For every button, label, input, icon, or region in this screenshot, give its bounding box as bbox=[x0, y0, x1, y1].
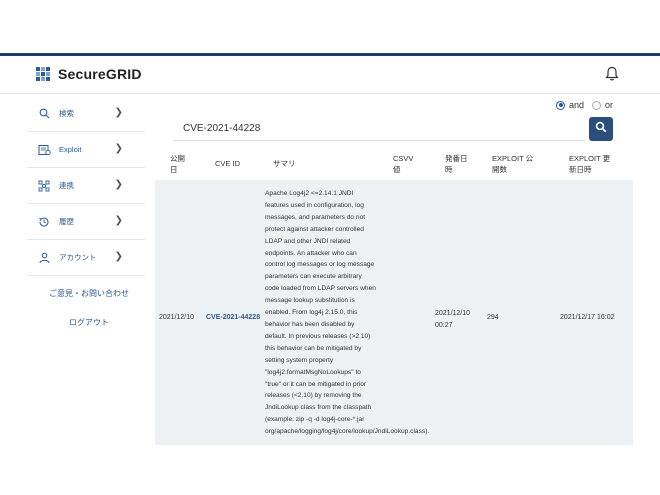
cell-disclosed: 2021/12/10 00:27 bbox=[435, 310, 471, 329]
chevron-right-icon: ❯ bbox=[114, 215, 123, 226]
sidebar-item-history[interactable]: 履歴 ❯ bbox=[27, 204, 145, 240]
cell-exploit-updated: 2021/12/17 16:02 bbox=[560, 314, 615, 321]
cell-exploit-count: 294 bbox=[487, 314, 499, 321]
exploit-icon bbox=[37, 143, 51, 157]
cell-summary: Apache Log4j2 <=2.14.1 JNDI features use… bbox=[265, 190, 430, 436]
header-disclosed[interactable]: 発番日 時 bbox=[445, 153, 475, 175]
header-cve-id[interactable]: CVE ID bbox=[215, 158, 240, 169]
cve-id-link[interactable]: CVE-2021-44228 bbox=[206, 314, 260, 321]
radio-and[interactable] bbox=[556, 100, 565, 110]
sidebar-item-label: 履歴 bbox=[59, 217, 74, 226]
radio-or-label: or bbox=[605, 100, 614, 110]
sidebar-item-label: Exploit bbox=[59, 145, 82, 154]
bell-icon[interactable] bbox=[605, 66, 621, 84]
sidebar-item-integration[interactable]: 連携 ❯ bbox=[27, 168, 145, 204]
radio-or[interactable] bbox=[592, 100, 602, 110]
integration-icon bbox=[37, 179, 51, 193]
chevron-right-icon: ❯ bbox=[114, 251, 123, 262]
sidebar-item-label: アカウント bbox=[59, 253, 97, 262]
search-button[interactable] bbox=[589, 117, 613, 141]
chevron-right-icon: ❯ bbox=[114, 179, 123, 190]
chevron-right-icon: ❯ bbox=[114, 107, 123, 118]
search-mode-radios: and or bbox=[556, 100, 621, 110]
search-icon bbox=[37, 107, 51, 121]
user-icon bbox=[37, 251, 51, 265]
sidebar-item-label: 検索 bbox=[59, 109, 74, 118]
radio-and-label: and bbox=[569, 100, 585, 110]
sidebar-item-search[interactable]: 検索 ❯ bbox=[27, 96, 145, 132]
header-exploit-count[interactable]: EXPLOIT 公 開数 bbox=[492, 153, 552, 175]
search-input[interactable] bbox=[173, 117, 585, 139]
app-name: SecureGRID bbox=[58, 66, 142, 82]
header-published[interactable]: 公開 日 bbox=[170, 153, 192, 175]
chevron-right-icon: ❯ bbox=[114, 143, 123, 154]
sidebar: 検索 ❯ Exploit ❯ 連携 ❯ 履歴 ❯ アカウント ❯ ご意見・お問い… bbox=[27, 96, 145, 328]
search-icon bbox=[595, 120, 607, 138]
search-box bbox=[173, 117, 585, 141]
sidebar-item-label: 連携 bbox=[59, 181, 74, 190]
contact-link[interactable]: ご意見・お問い合わせ bbox=[33, 288, 145, 299]
table-row[interactable]: 2021/12/10 CVE-2021-44228 Apache Log4j2 … bbox=[155, 180, 633, 445]
results-table-header: 公開 日 CVE ID サマリ CSVV 値 発番日 時 EXPLOIT 公 開… bbox=[155, 148, 633, 180]
history-icon bbox=[37, 215, 51, 229]
header-exploit-updated[interactable]: EXPLOIT 更 新日時 bbox=[569, 153, 629, 175]
app-header: SecureGRID bbox=[0, 56, 660, 94]
securegrid-logo-icon bbox=[36, 67, 50, 81]
cell-published: 2021/12/10 bbox=[159, 314, 195, 321]
header-cvss[interactable]: CSVV 値 bbox=[393, 153, 423, 175]
sidebar-item-exploit[interactable]: Exploit ❯ bbox=[27, 132, 145, 168]
sidebar-item-account[interactable]: アカウント ❯ bbox=[27, 240, 145, 276]
header-summary[interactable]: サマリ bbox=[273, 158, 296, 169]
app-logo[interactable]: SecureGRID bbox=[36, 66, 142, 82]
logout-link[interactable]: ログアウト bbox=[33, 317, 145, 328]
